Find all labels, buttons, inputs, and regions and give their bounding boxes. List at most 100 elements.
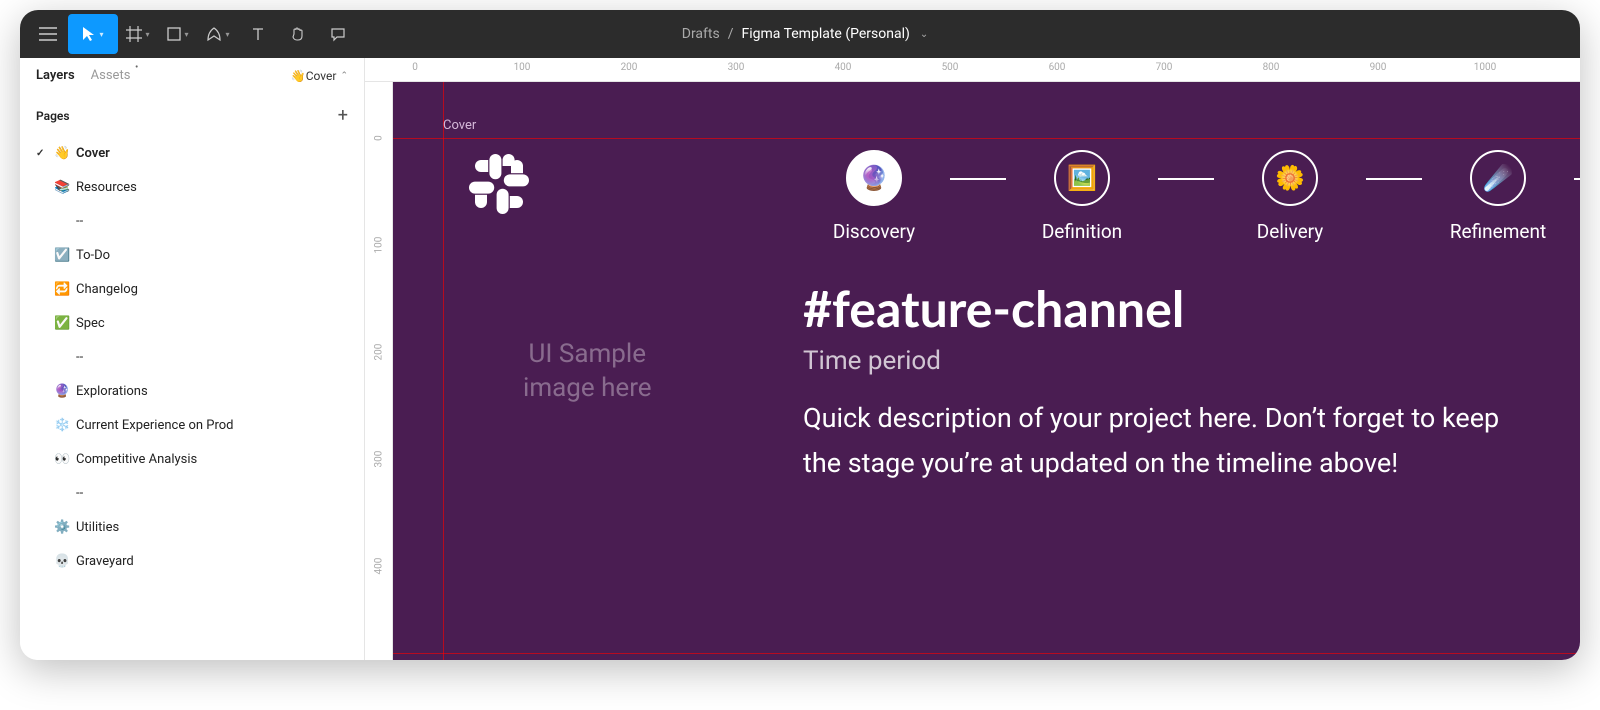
ruler-tick: 700 bbox=[1156, 62, 1173, 73]
hand-tool-button[interactable] bbox=[278, 14, 318, 54]
page-item[interactable]: 🔁Changelog bbox=[20, 272, 364, 306]
page-item[interactable]: ☑️ To-Do bbox=[20, 238, 364, 272]
move-tool-button[interactable]: ▾ bbox=[68, 14, 118, 54]
page-emoji-icon: ☑️ bbox=[54, 248, 70, 263]
stage-circle-icon: 🖼️ bbox=[1054, 150, 1110, 206]
text-tool-button[interactable] bbox=[238, 14, 278, 54]
stage-item: ☄️ Refinement bbox=[1422, 150, 1574, 243]
stage-circle-icon: 🔮 bbox=[846, 150, 902, 206]
breadcrumb-path[interactable]: Drafts bbox=[682, 26, 720, 42]
stage-connector bbox=[950, 178, 1006, 180]
ruler-tick: 0 bbox=[412, 62, 418, 73]
tab-assets[interactable]: Assets bbox=[91, 68, 131, 83]
stage-label: Refinement bbox=[1450, 220, 1546, 243]
chevron-down-icon: ▾ bbox=[184, 30, 188, 39]
ruler-tick: 100 bbox=[373, 237, 384, 254]
stage-label: Definition bbox=[1042, 220, 1122, 243]
frame-label[interactable]: Cover bbox=[443, 118, 476, 133]
page-item[interactable]: -- bbox=[20, 340, 364, 374]
stage-item: 🔮 Discovery bbox=[798, 150, 950, 243]
ruler-tick: 200 bbox=[621, 62, 638, 73]
stage-label: Delivery bbox=[1257, 220, 1324, 243]
current-page-selector[interactable]: 👋Cover ⌃ bbox=[291, 69, 348, 83]
page-label: -- bbox=[76, 214, 83, 229]
page-item[interactable]: -- bbox=[20, 476, 364, 510]
pen-tool-button[interactable]: ▾ bbox=[198, 14, 238, 54]
toolbar: ▾ ▾ ▾ ▾ Drafts / Figma Template (Persona… bbox=[20, 10, 1580, 58]
sample-image-placeholder: UI Sampleimage here bbox=[523, 338, 652, 406]
page-emoji-icon: 👀 bbox=[54, 452, 70, 467]
chevron-down-icon: ▾ bbox=[225, 30, 229, 39]
page-label: Spec bbox=[76, 316, 105, 331]
page-emoji-icon: ❄️ bbox=[54, 418, 70, 433]
stage-circle-icon: ☄️ bbox=[1470, 150, 1526, 206]
add-page-button[interactable]: + bbox=[338, 105, 348, 126]
stage-item: 🖼️ Definition bbox=[1006, 150, 1158, 243]
page-label: Resources bbox=[76, 180, 137, 195]
ruler-tick: 0 bbox=[373, 135, 384, 141]
breadcrumb-separator: / bbox=[728, 26, 734, 42]
page-item[interactable]: ✅ Spec bbox=[20, 306, 364, 340]
page-item[interactable]: 👀 Competitive Analysis bbox=[20, 442, 364, 476]
page-emoji-icon: 💀 bbox=[54, 554, 70, 569]
cover-frame[interactable]: 🔮 Discovery 🖼️ Definition 🌼 Delivery ☄️ Refinem… bbox=[443, 138, 1580, 660]
page-emoji-icon: 👋 bbox=[54, 146, 70, 161]
page-label: -- bbox=[76, 486, 83, 501]
stage-connector bbox=[1366, 178, 1422, 180]
stage-item: 🌼 Delivery bbox=[1214, 150, 1366, 243]
page-label: -- bbox=[76, 350, 83, 365]
stage-circle-icon: 🌼 bbox=[1262, 150, 1318, 206]
comment-tool-button[interactable] bbox=[318, 14, 358, 54]
ruler-tick: 1000 bbox=[1474, 62, 1496, 73]
page-label: Competitive Analysis bbox=[76, 452, 197, 467]
page-item[interactable]: 🔮 Explorations bbox=[20, 374, 364, 408]
ruler-tick: 400 bbox=[835, 62, 852, 73]
project-description: Quick description of your project here. … bbox=[803, 396, 1520, 485]
slack-logo-icon bbox=[463, 148, 535, 220]
page-label: Cover bbox=[76, 146, 110, 161]
stage-connector bbox=[1574, 178, 1580, 180]
ruler-tick: 300 bbox=[728, 62, 745, 73]
breadcrumb-file[interactable]: Figma Template (Personal) bbox=[741, 26, 909, 42]
page-item[interactable]: ✓👋Cover bbox=[20, 136, 364, 170]
stage-label: Discovery bbox=[833, 220, 915, 243]
chevron-up-icon: ⌃ bbox=[340, 71, 348, 81]
ruler-horizontal[interactable]: 0 100 200 300 400 500 600 700 800 900 1000 bbox=[365, 58, 1580, 82]
canvas-area: 0 100 200 300 400 500 600 700 800 900 1000 0 100 200… bbox=[365, 58, 1580, 660]
shape-tool-button[interactable]: ▾ bbox=[158, 14, 198, 54]
page-item[interactable]: 💀Graveyard bbox=[20, 544, 364, 578]
ruler-vertical[interactable]: 0 100 200 300 400 bbox=[365, 82, 393, 660]
ruler-tick: 200 bbox=[373, 344, 384, 361]
current-page-label: 👋Cover bbox=[291, 69, 337, 83]
ruler-tick: 500 bbox=[942, 62, 959, 73]
tab-layers[interactable]: Layers bbox=[36, 68, 75, 83]
ruler-tick: 800 bbox=[1263, 62, 1280, 73]
ruler-tick: 900 bbox=[1370, 62, 1387, 73]
page-label: Current Experience on Prod bbox=[76, 418, 234, 433]
ruler-tick: 100 bbox=[514, 62, 531, 73]
ruler-tick: 400 bbox=[373, 558, 384, 575]
page-label: Utilities bbox=[76, 520, 119, 535]
page-emoji-icon: 🔮 bbox=[54, 384, 70, 399]
breadcrumb: Drafts / Figma Template (Personal) ⌄ bbox=[358, 26, 1252, 42]
page-label: To-Do bbox=[76, 248, 110, 263]
page-list: ✓👋Cover📚Resources--☑️To-Do🔁Changelog✅Spe… bbox=[20, 132, 364, 582]
menu-button[interactable] bbox=[28, 14, 68, 54]
page-item[interactable]: ❄️ Current Experience on Prod bbox=[20, 408, 364, 442]
time-period: Time period bbox=[803, 346, 1520, 376]
page-emoji-icon: ⚙️ bbox=[54, 520, 70, 535]
pages-heading: Pages bbox=[36, 109, 70, 123]
ruler-tick: 300 bbox=[373, 451, 384, 468]
page-emoji-icon: 📚 bbox=[54, 180, 70, 195]
canvas[interactable]: Cover bbox=[393, 82, 1580, 660]
page-item[interactable]: 📚 Resources bbox=[20, 170, 364, 204]
page-item[interactable]: ⚙️ Utilities bbox=[20, 510, 364, 544]
frame-tool-button[interactable]: ▾ bbox=[118, 14, 158, 54]
chevron-down-icon[interactable]: ⌄ bbox=[920, 29, 928, 40]
chevron-down-icon: ▾ bbox=[99, 30, 103, 39]
page-item[interactable]: -- bbox=[20, 204, 364, 238]
stage-connector bbox=[1158, 178, 1214, 180]
ruler-tick: 600 bbox=[1049, 62, 1066, 73]
page-emoji-icon: ✅ bbox=[54, 316, 70, 331]
page-label: Explorations bbox=[76, 384, 148, 399]
